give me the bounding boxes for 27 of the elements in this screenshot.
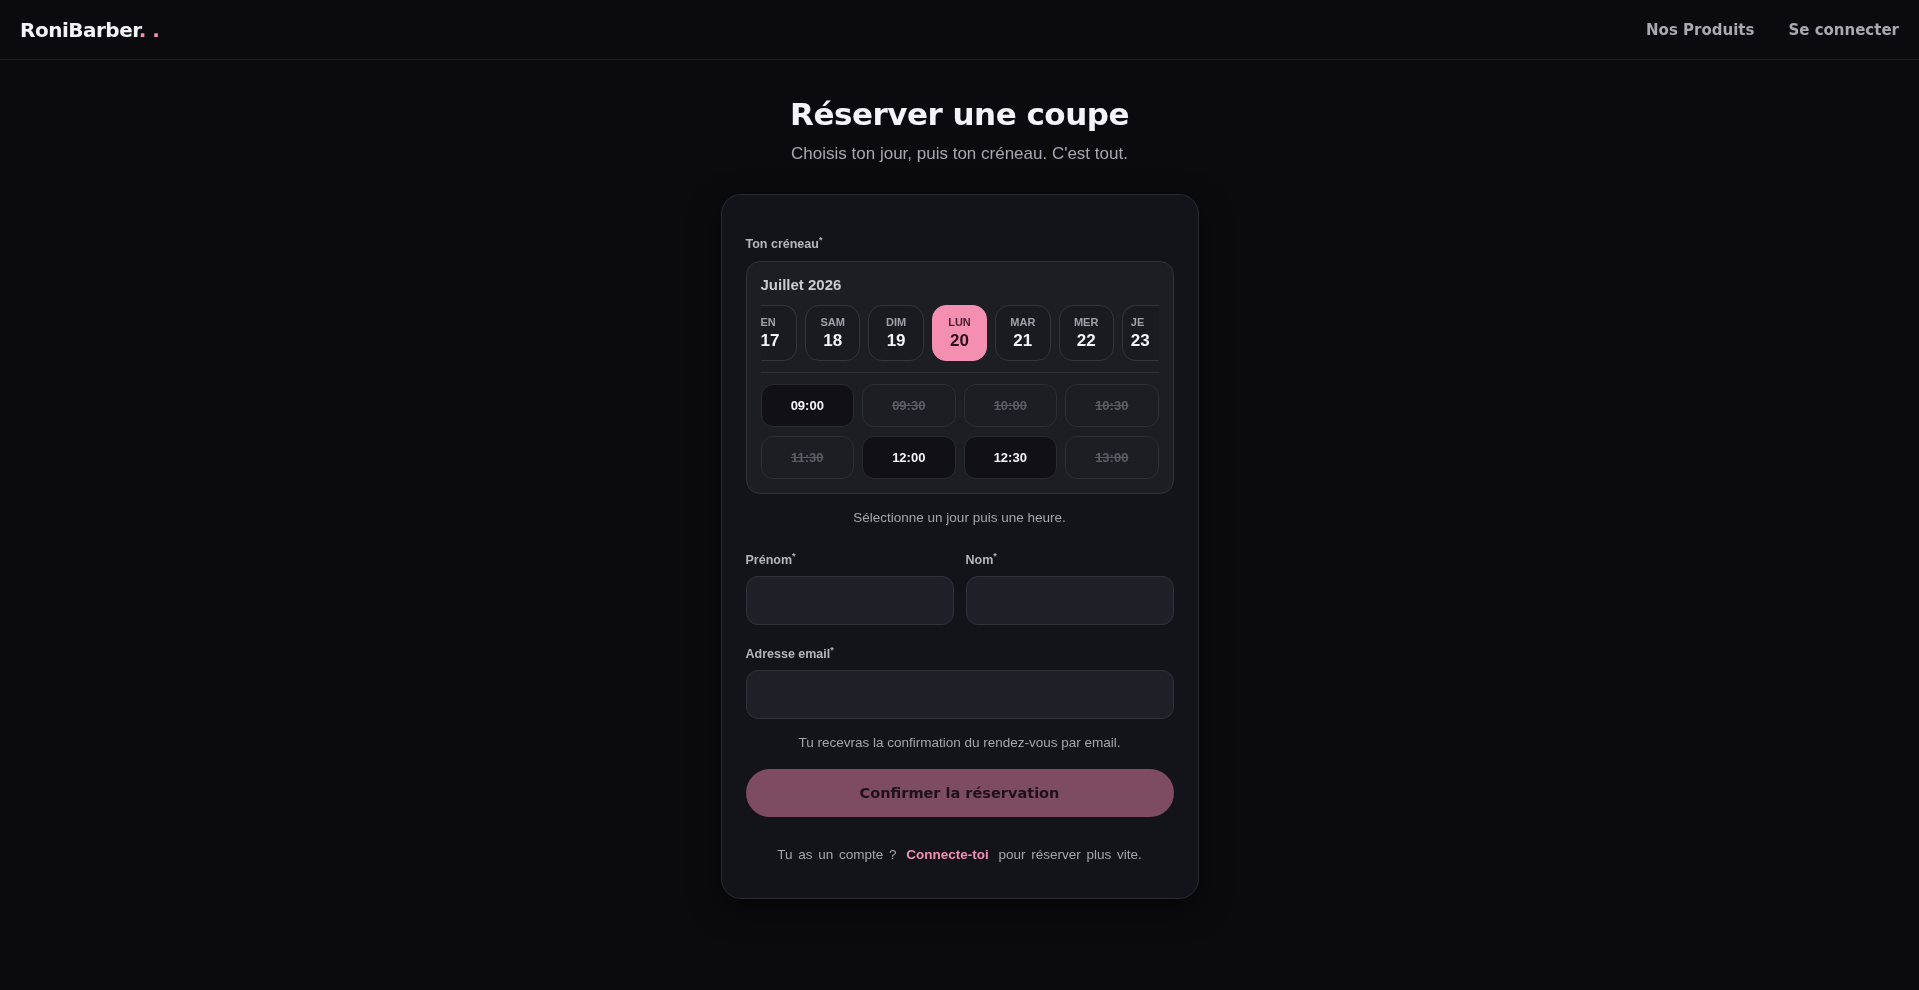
input-field[interactable] xyxy=(745,670,1174,720)
page-title: Réserver une coupe xyxy=(790,96,1129,132)
nav-link[interactable]: Nos Produits xyxy=(1646,20,1755,39)
login-prompt: Tu as un compte ? Connecte-toi pour réserver plus vite. xyxy=(776,847,1143,863)
day-chip[interactable]: MER 22 xyxy=(1058,305,1114,362)
helper-text: Sélectionne un jour puis une heure. xyxy=(852,510,1067,526)
logo[interactable]: RoniBarber. . xyxy=(20,17,160,42)
nav-link[interactable]: Se connecter xyxy=(1788,20,1899,39)
day-chip[interactable]: SAM 18 xyxy=(805,305,861,362)
helper-text: Tu recevras la confirmation du rendez-vous par email. xyxy=(797,735,1122,751)
field-label: Prénom$^{*}$ xyxy=(745,551,797,568)
field-label: Nom$^{*}$ xyxy=(965,551,998,568)
input-field[interactable] xyxy=(965,576,1174,626)
day-chip[interactable]: DIM 19 xyxy=(868,305,924,362)
day-chip[interactable]: EN 17 xyxy=(760,305,798,362)
time-slot[interactable]: 12:00 xyxy=(862,436,956,480)
day-chip[interactable]: MAR 21 xyxy=(995,305,1051,362)
input-field[interactable] xyxy=(745,576,954,626)
day-chip[interactable]: LUN 20 xyxy=(931,305,988,362)
field-label: Adresse email$^{*}$ xyxy=(745,645,835,662)
time-slot[interactable]: 09:00 xyxy=(760,384,854,428)
login-link[interactable]: Connecte-toi xyxy=(906,847,989,863)
field-label: Ton créneau$^{*}$ xyxy=(745,235,824,252)
month-label: Juillet 2026 xyxy=(760,276,843,294)
day-chip[interactable]: JE 23 xyxy=(1121,305,1159,362)
time-slot[interactable]: 12:30 xyxy=(963,436,1057,480)
page-subtitle: Choisis ton jour, puis ton créneau. C'est tout. xyxy=(791,144,1128,164)
